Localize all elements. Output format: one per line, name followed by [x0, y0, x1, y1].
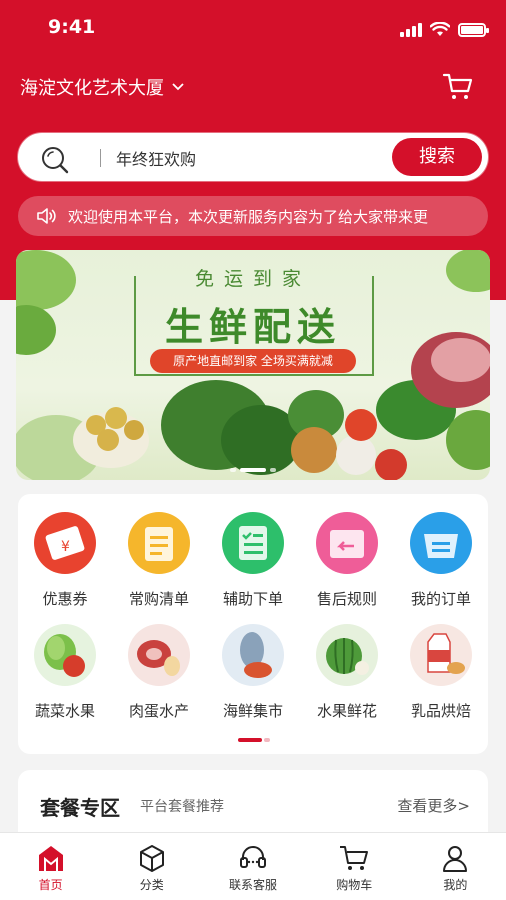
list-icon: [128, 512, 190, 574]
location-selector[interactable]: 海淀文化艺术大厦: [20, 74, 184, 100]
system-icons: [400, 22, 489, 37]
category-label: 售后规则: [316, 590, 377, 608]
tab-profile[interactable]: 我的: [405, 833, 506, 900]
category-label: 蔬菜水果: [34, 702, 95, 720]
category-label: 水果鲜花: [316, 702, 377, 720]
category-label: 肉蛋水产: [128, 702, 189, 720]
assist-order-icon: [222, 512, 284, 574]
tab-bar: 首页 分类 联系客服 购物车 我的: [0, 832, 506, 900]
coupon-icon: ¥: [34, 512, 96, 574]
banner-dot-active: [240, 468, 266, 472]
category-item-after-sale[interactable]: 售后规则: [300, 512, 394, 609]
tab-label: 分类: [139, 878, 164, 892]
watermelon-icon: [316, 624, 378, 686]
status-time: 9:41: [48, 16, 96, 38]
vegetable-icon: [34, 624, 96, 686]
meat-icon: [128, 624, 190, 686]
banner-dot: [230, 468, 236, 472]
category-item-dairy[interactable]: 乳品烘焙: [394, 624, 488, 721]
tab-service[interactable]: 联系客服: [202, 833, 303, 900]
wifi-icon: [430, 22, 450, 36]
promo-banner[interactable]: 免运到家 生鲜配送 原产地直邮到家 全场买满就减: [16, 250, 490, 480]
search-button[interactable]: 搜索: [392, 138, 482, 176]
category-item-assist-order[interactable]: 辅助下单: [206, 512, 300, 609]
battery-icon: [458, 22, 489, 37]
category-label: 优惠券: [42, 590, 88, 608]
banner-top-text: 免运到家: [194, 268, 311, 290]
cart-icon[interactable]: [442, 70, 474, 102]
tab-cart[interactable]: 购物车: [304, 833, 405, 900]
order-icon: [410, 512, 472, 574]
after-sale-icon: [316, 512, 378, 574]
search-bar: 搜索: [18, 133, 488, 181]
location-label: 海淀文化艺术大厦: [20, 78, 164, 99]
svg-text:¥: ¥: [61, 539, 70, 555]
notice-bar[interactable]: 欢迎使用本平台，本次更新服务内容为了给大家带来更: [18, 196, 488, 236]
status-bar: 9:41: [0, 0, 506, 58]
combo-subtitle: 平台套餐推荐: [140, 799, 224, 815]
dairy-icon: [410, 624, 472, 686]
search-icon: [42, 147, 69, 174]
banner-title: 生鲜配送: [164, 305, 341, 349]
headset-icon: [240, 846, 266, 868]
category-label: 乳品烘焙: [410, 702, 471, 720]
tab-label: 购物车: [336, 878, 373, 892]
chevron-down-icon: [172, 83, 184, 91]
category-icon: [139, 845, 164, 872]
home-icon: [38, 846, 63, 871]
search-input[interactable]: [116, 147, 396, 169]
category-item-fruit[interactable]: 水果鲜花: [300, 624, 394, 721]
combo-title: 套餐专区: [40, 796, 120, 820]
tab-label: 我的: [443, 878, 468, 892]
pager-active: [238, 738, 262, 742]
view-more-link[interactable]: 查看更多>: [397, 795, 470, 816]
category-label: 辅助下单: [222, 590, 283, 608]
category-item-orders[interactable]: 我的订单: [394, 512, 488, 609]
category-label: 常购清单: [128, 590, 189, 608]
signal-icon: [400, 22, 422, 37]
category-item-list[interactable]: 常购清单: [112, 512, 206, 609]
tab-label: 首页: [38, 878, 63, 892]
category-pager: [238, 738, 270, 742]
category-label: 我的订单: [410, 590, 471, 608]
category-grid: ¥ 优惠券 常购清单 辅助下单 售后规则 我的订单 蔬菜水果 肉蛋水产 海鲜集市…: [18, 494, 488, 754]
cart-icon: [340, 846, 369, 870]
speaker-icon: [37, 208, 56, 224]
notice-text: 欢迎使用本平台，本次更新服务内容为了给大家带来更: [68, 207, 429, 226]
user-icon: [443, 846, 468, 872]
category-item-seafood[interactable]: 海鲜集市: [206, 624, 300, 721]
category-item-coupon[interactable]: ¥ 优惠券: [18, 512, 112, 609]
banner-pager: [16, 468, 490, 472]
banner-tag: 原产地直邮到家 全场买满就减: [150, 349, 356, 373]
banner-dot: [270, 468, 276, 472]
search-divider: [100, 149, 101, 167]
category-item-meat[interactable]: 肉蛋水产: [112, 624, 206, 721]
seafood-icon: [222, 624, 284, 686]
tab-label: 联系客服: [229, 878, 278, 892]
pager-inactive: [264, 738, 270, 742]
category-item-vegetables[interactable]: 蔬菜水果: [18, 624, 112, 721]
tab-category[interactable]: 分类: [101, 833, 202, 900]
category-label: 海鲜集市: [222, 702, 283, 720]
tab-home[interactable]: 首页: [0, 833, 101, 900]
